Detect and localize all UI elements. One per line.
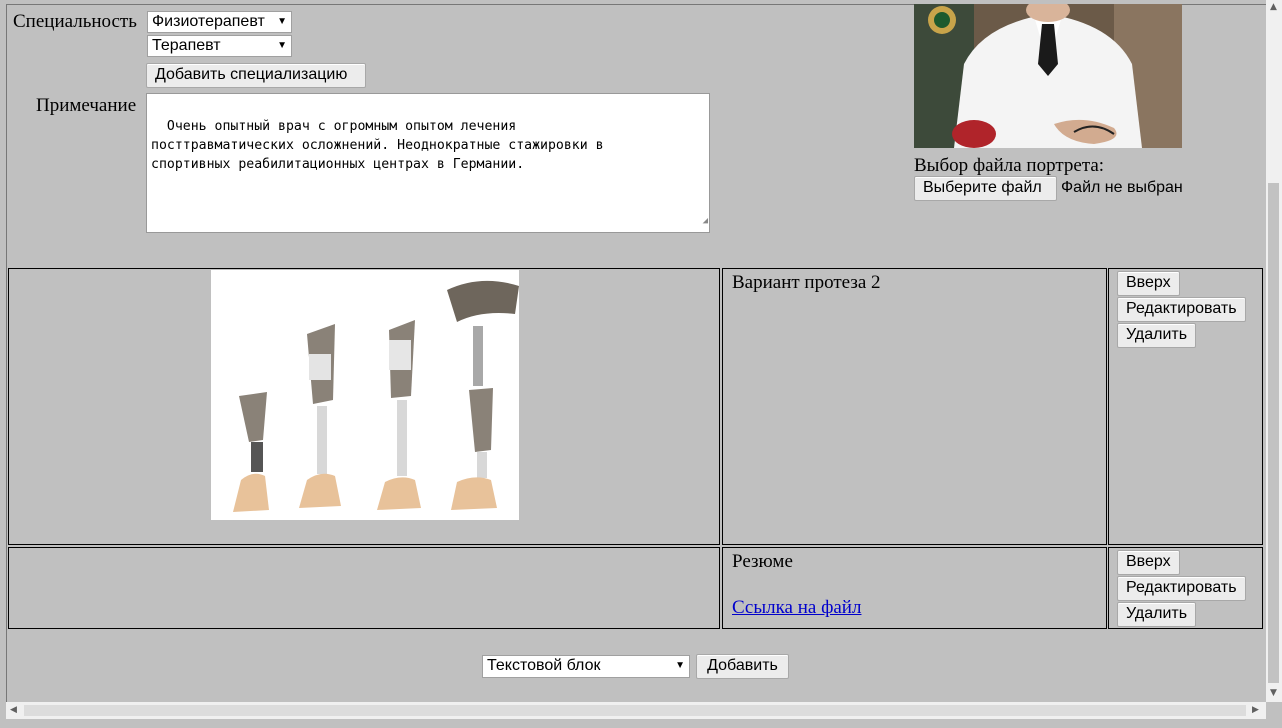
resize-handle-icon[interactable]: ◢: [703, 212, 708, 231]
choose-file-button[interactable]: Выберите файл: [914, 176, 1057, 201]
note-textarea[interactable]: Очень опытный врач с огромным опытом леч…: [146, 93, 710, 233]
block-2-actions-cell: Вверх Редактировать Удалить: [1108, 547, 1263, 629]
chevron-down-icon: ▼: [277, 40, 287, 51]
file-link[interactable]: Ссылка на файл: [732, 597, 861, 619]
block-2-image-cell: [8, 547, 720, 629]
specialty-select-2[interactable]: Терапевт ▼: [147, 35, 292, 57]
add-specialization-button[interactable]: Добавить специализацию: [146, 63, 366, 88]
vertical-scroll-thumb[interactable]: [1268, 183, 1279, 683]
prosthesis-image: [211, 270, 519, 520]
no-file-text: Файл не выбран: [1061, 179, 1183, 196]
block-1-up-button[interactable]: Вверх: [1117, 271, 1180, 296]
block-1-content-cell: Вариант протеза 2: [722, 268, 1107, 545]
vertical-scrollbar[interactable]: ▲ ▼: [1266, 0, 1282, 702]
scroll-left-icon[interactable]: ◀: [10, 705, 17, 715]
scroll-down-icon[interactable]: ▼: [1270, 688, 1277, 698]
block-2-delete-button[interactable]: Удалить: [1117, 602, 1197, 627]
block-1-delete-button[interactable]: Удалить: [1117, 323, 1197, 348]
block-1-title: Вариант протеза 2: [732, 272, 881, 293]
block-1-image-cell: [8, 268, 720, 545]
note-text: Очень опытный врач с огромным опытом леч…: [151, 119, 604, 172]
specialty-select-1-value: Физиотерапевт: [152, 13, 265, 30]
block-1-edit-button[interactable]: Редактировать: [1117, 297, 1246, 322]
scroll-right-icon[interactable]: ▶: [1252, 705, 1259, 715]
chevron-down-icon: ▼: [277, 16, 287, 27]
block-type-select[interactable]: Текстовой блок ▼: [482, 655, 690, 678]
horizontal-scrollbar[interactable]: ◀ ▶: [6, 702, 1266, 719]
scroll-up-icon[interactable]: ▲: [1270, 2, 1277, 12]
chevron-down-icon: ▼: [675, 660, 685, 671]
portrait-image: [914, 4, 1182, 148]
block-2-up-button[interactable]: Вверх: [1117, 550, 1180, 575]
note-label: Примечание: [36, 95, 137, 116]
specialty-select-2-value: Терапевт: [152, 37, 221, 54]
specialty-label: Специальность: [13, 11, 137, 32]
block-type-value: Текстовой блок: [487, 657, 601, 674]
block-2-content-cell: Резюме Ссылка на файл: [722, 547, 1107, 629]
portrait-label: Выбор файла портрета:: [914, 155, 1105, 176]
specialty-select-1[interactable]: Физиотерапевт ▼: [147, 11, 292, 33]
block-1-actions-cell: Вверх Редактировать Удалить: [1108, 268, 1263, 545]
block-2-title: Резюме: [732, 551, 793, 572]
horizontal-scroll-thumb[interactable]: [24, 705, 1246, 716]
block-2-edit-button[interactable]: Редактировать: [1117, 576, 1246, 601]
add-block-button[interactable]: Добавить: [696, 654, 789, 679]
